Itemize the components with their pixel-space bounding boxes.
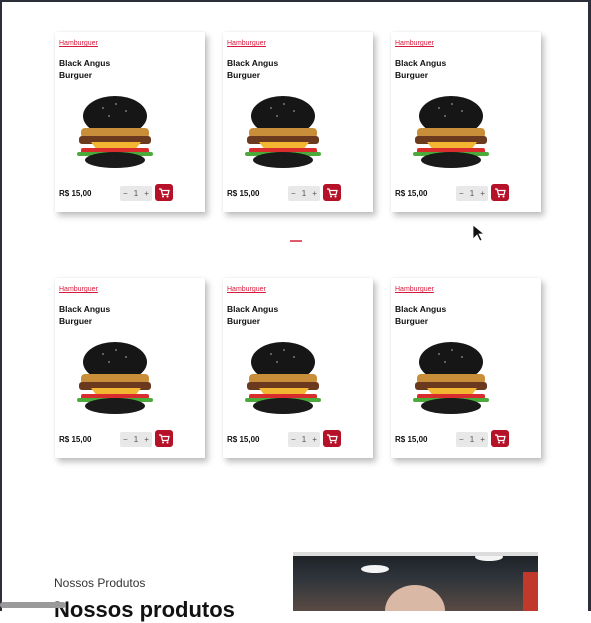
- cart-icon: [158, 433, 170, 443]
- product-price: R$ 15,00: [227, 189, 260, 198]
- add-to-cart-button[interactable]: [323, 184, 341, 201]
- product-card[interactable]: Hamburguer Black Angus Burguer R$ 15,00 …: [391, 278, 541, 458]
- cursor-icon: [472, 224, 486, 242]
- cart-icon: [326, 433, 338, 443]
- product-card[interactable]: Hamburguer Black Angus Burguer R$ 15,00 …: [55, 278, 205, 458]
- add-to-cart-button[interactable]: [155, 430, 173, 447]
- add-to-cart-button[interactable]: [323, 430, 341, 447]
- product-card[interactable]: Hamburguer Black Angus Burguer R$ 15,00 …: [223, 278, 373, 458]
- add-to-cart-button[interactable]: [491, 184, 509, 201]
- product-category-link[interactable]: Hamburguer: [59, 40, 98, 47]
- quantity-value: 1: [469, 189, 475, 198]
- quantity-stepper[interactable]: − 1 +: [120, 186, 152, 201]
- add-to-cart-button[interactable]: [491, 430, 509, 447]
- product-name: Black Angus Burguer: [59, 58, 111, 80]
- increment-button[interactable]: +: [144, 189, 149, 198]
- product-price: R$ 15,00: [395, 189, 428, 198]
- section-subtitle: Nossos Produtos: [54, 576, 146, 590]
- quantity-value: 1: [301, 435, 307, 444]
- product-price: R$ 15,00: [59, 435, 92, 444]
- product-name: Black Angus Burguer: [395, 58, 447, 80]
- product-category-link[interactable]: Hamburguer: [227, 40, 266, 47]
- product-price: R$ 15,00: [395, 435, 428, 444]
- burger-image: [407, 338, 495, 416]
- window-left-border: [0, 0, 2, 611]
- add-to-cart-button[interactable]: [155, 184, 173, 201]
- cart-icon: [158, 187, 170, 197]
- quantity-value: 1: [301, 189, 307, 198]
- window-top-border: [0, 0, 591, 2]
- increment-button[interactable]: +: [312, 435, 317, 444]
- decrement-button[interactable]: −: [123, 435, 128, 444]
- increment-button[interactable]: +: [312, 189, 317, 198]
- burger-image: [407, 92, 495, 170]
- product-category-link[interactable]: Hamburguer: [227, 286, 266, 293]
- product-price: R$ 15,00: [227, 435, 260, 444]
- decrement-button[interactable]: −: [459, 435, 464, 444]
- product-card[interactable]: Hamburguer Black Angus Burguer R$ 15,00 …: [55, 32, 205, 212]
- burger-image: [71, 92, 159, 170]
- increment-button[interactable]: +: [480, 189, 485, 198]
- product-category-link[interactable]: Hamburguer: [395, 286, 434, 293]
- quantity-stepper[interactable]: − 1 +: [456, 432, 488, 447]
- burger-image: [71, 338, 159, 416]
- decrement-button[interactable]: −: [123, 189, 128, 198]
- quantity-value: 1: [469, 435, 475, 444]
- product-name: Black Angus Burguer: [227, 304, 279, 326]
- burger-image: [239, 338, 327, 416]
- decrement-button[interactable]: −: [459, 189, 464, 198]
- quantity-value: 1: [133, 189, 139, 198]
- quantity-stepper[interactable]: − 1 +: [288, 432, 320, 447]
- product-category-link[interactable]: Hamburguer: [59, 286, 98, 293]
- section-divider: [290, 240, 302, 242]
- product-name: Black Angus Burguer: [59, 304, 111, 326]
- quantity-stepper[interactable]: − 1 +: [120, 432, 152, 447]
- product-name: Black Angus Burguer: [395, 304, 447, 326]
- product-name: Black Angus Burguer: [227, 58, 279, 80]
- decrement-button[interactable]: −: [291, 189, 296, 198]
- product-card[interactable]: Hamburguer Black Angus Burguer R$ 15,00 …: [391, 32, 541, 212]
- product-category-link[interactable]: Hamburguer: [395, 40, 434, 47]
- increment-button[interactable]: +: [480, 435, 485, 444]
- horizontal-scrollbar[interactable]: [0, 602, 66, 608]
- cart-icon: [494, 433, 506, 443]
- product-card[interactable]: Hamburguer Black Angus Burguer R$ 15,00 …: [223, 32, 373, 212]
- increment-button[interactable]: +: [144, 435, 149, 444]
- cart-icon: [326, 187, 338, 197]
- cart-icon: [494, 187, 506, 197]
- decrement-button[interactable]: −: [291, 435, 296, 444]
- burger-image: [239, 92, 327, 170]
- restaurant-photo: [293, 552, 538, 611]
- quantity-stepper[interactable]: − 1 +: [456, 186, 488, 201]
- product-price: R$ 15,00: [59, 189, 92, 198]
- quantity-value: 1: [133, 435, 139, 444]
- quantity-stepper[interactable]: − 1 +: [288, 186, 320, 201]
- section-title: Nossos produtos: [54, 597, 235, 622]
